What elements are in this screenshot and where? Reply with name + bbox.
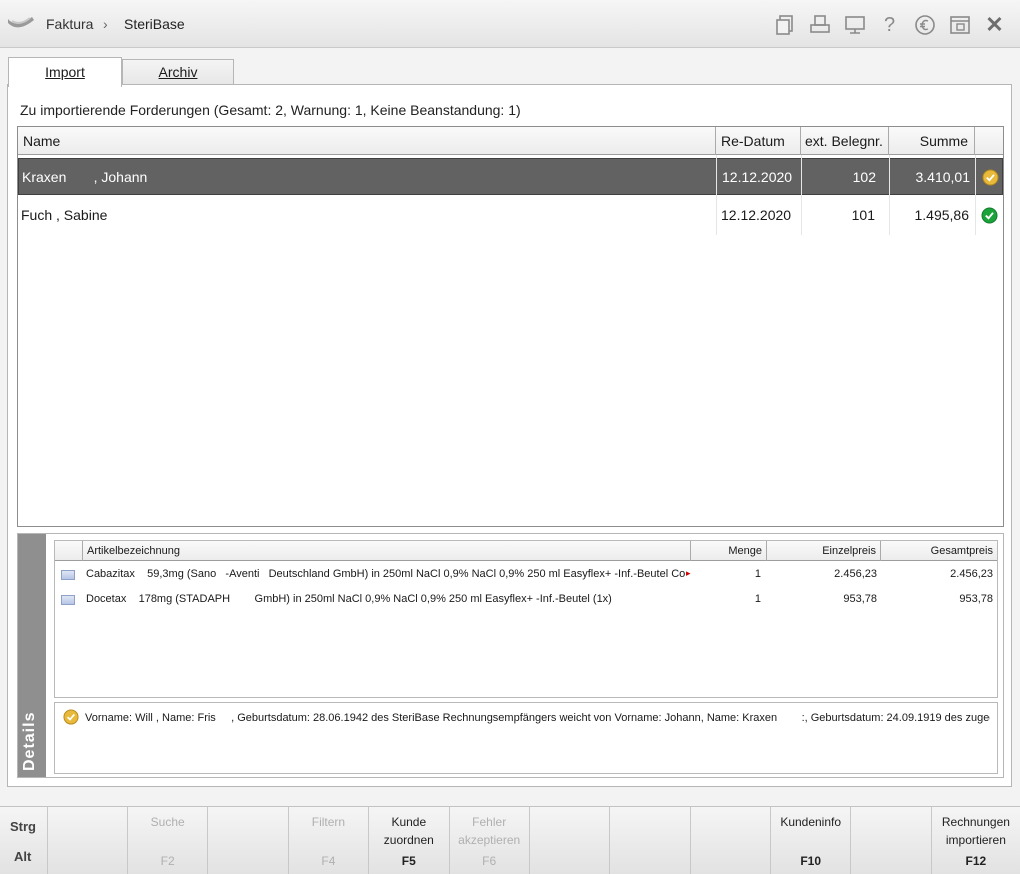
warning-message-box: Vorname: Will , Name: Fris , Geburtsdatu… <box>54 702 998 774</box>
cell-re-datum: 12.12.2020 <box>721 207 792 223</box>
copy-icon[interactable] <box>767 10 802 40</box>
cell-summe: 1.495,86 <box>914 207 970 223</box>
fkey-f8-button <box>610 807 691 874</box>
modifier-alt[interactable]: Alt <box>14 849 31 864</box>
modifier-keys: Strg Alt <box>0 807 48 874</box>
window-icon[interactable] <box>942 10 977 40</box>
articles-table: Artikelbezeichnung Menge Einzelpreis Ges… <box>54 540 998 698</box>
ok-check-icon <box>975 197 1003 234</box>
column-header-status <box>975 127 1003 155</box>
fehler-akzeptieren-key: F6 <box>482 854 497 868</box>
help-icon[interactable]: ? <box>872 10 907 40</box>
details-label: Details <box>21 711 38 771</box>
cell-menge: 1 <box>754 593 761 605</box>
monitor-icon[interactable] <box>837 10 872 40</box>
cell-menge: 1 <box>754 568 761 580</box>
details-panel: Details Artikelbezeichnung Menge Einzelp… <box>17 533 1004 778</box>
rechnungen-importieren-key: F12 <box>965 854 987 868</box>
rechnungen-importieren-label: Rechnungen importieren <box>941 815 1010 847</box>
invoices-table: Name Re-Datum ext. Belegnr. Summe Kraxen… <box>17 126 1004 527</box>
cell-ext-belegnr: 102 <box>852 169 876 185</box>
summary-text: Zu importierende Forderungen (Gesamt: 2,… <box>20 102 521 118</box>
fehler-akzeptieren-label: Fehler akzeptieren <box>458 815 521 847</box>
cell-einzelpreis: 953,78 <box>843 593 877 605</box>
table-header: Name Re-Datum ext. Belegnr. Summe <box>18 127 1003 155</box>
filtern-button[interactable]: Filtern F4 <box>289 807 370 874</box>
kunde-zuordnen-button[interactable]: Kunde zuordnen F5 <box>369 807 450 874</box>
cell-name: Kraxen , Johann <box>22 169 148 185</box>
modifier-strg[interactable]: Strg <box>10 819 36 834</box>
warning-icon <box>976 159 1003 196</box>
cell-name: Fuch , Sabine <box>21 207 108 223</box>
column-header-artikelbezeichnung[interactable]: Artikelbezeichnung <box>83 541 691 561</box>
cell-gesamtpreis: 2.456,23 <box>950 568 993 580</box>
details-sidebar[interactable]: Details <box>18 534 46 777</box>
column-header-gesamtpreis[interactable]: Gesamtpreis <box>881 541 997 561</box>
cell-gesamtpreis: 953,78 <box>959 593 993 605</box>
breadcrumb-separator: › <box>103 16 108 32</box>
euro-icon[interactable] <box>907 10 942 40</box>
title-bar: Faktura › SteriBase ? ✕ <box>0 0 1020 48</box>
print-icon[interactable] <box>802 10 837 40</box>
kundeninfo-label: Kundeninfo <box>780 815 842 829</box>
fehler-akzeptieren-button[interactable]: Fehler akzeptieren F6 <box>450 807 530 874</box>
suche-key: F2 <box>160 854 175 868</box>
cell-re-datum: 12.12.2020 <box>722 169 793 185</box>
cell-ext-belegnr: 101 <box>851 207 875 223</box>
warning-message-text: Vorname: Will , Name: Fris , Geburtsdatu… <box>85 712 990 724</box>
fkey-f11-button <box>851 807 932 874</box>
import-panel: Zu importierende Forderungen (Gesamt: 2,… <box>7 84 1012 787</box>
table-row[interactable]: Fuch , Sabine 12.12.2020 101 1.495,86 <box>18 197 1003 234</box>
cell-artikelbezeichnung: Docetax 178mg (STADAPH GmbH) in 250ml Na… <box>86 593 612 605</box>
tab-archiv[interactable]: Archiv <box>122 59 234 86</box>
kundeninfo-button[interactable]: Kundeninfo F10 <box>771 807 852 874</box>
cell-summe: 3.410,01 <box>915 169 971 185</box>
cell-einzelpreis: 2.456,23 <box>834 568 877 580</box>
breadcrumb-steribase: SteriBase <box>124 16 185 32</box>
suche-button[interactable]: Suche F2 <box>128 807 209 874</box>
package-icon <box>61 587 79 612</box>
column-header-summe[interactable]: Summe <box>889 127 975 155</box>
fkey-f3-button <box>208 807 289 874</box>
fkey-f1-button <box>48 807 128 874</box>
rechnungen-importieren-button[interactable]: Rechnungen importieren F12 <box>932 807 1020 874</box>
column-header-re-datum[interactable]: Re-Datum <box>716 127 801 155</box>
fkey-f7-button <box>530 807 611 874</box>
warning-icon <box>63 709 79 728</box>
tab-import[interactable]: Import <box>8 57 122 87</box>
kunde-zuordnen-key: F5 <box>401 854 416 868</box>
filtern-key: F4 <box>321 854 336 868</box>
article-row[interactable]: Docetax 178mg (STADAPH GmbH) in 250ml Na… <box>55 587 997 612</box>
column-header-ext-belegnr[interactable]: ext. Belegnr. <box>801 127 889 155</box>
column-header-name[interactable]: Name <box>18 127 716 155</box>
table-row[interactable]: Kraxen , Johann 12.12.2020 102 3.410,01 <box>18 158 1003 195</box>
suche-label: Suche <box>150 815 185 829</box>
kundeninfo-key: F10 <box>800 854 822 868</box>
pharmacy-logo-icon[interactable] <box>6 13 36 38</box>
column-header-einzelpreis[interactable]: Einzelpreis <box>767 541 881 561</box>
close-icon[interactable]: ✕ <box>977 10 1012 40</box>
truncation-marker-icon: ▸ <box>686 568 691 578</box>
articles-table-header: Artikelbezeichnung Menge Einzelpreis Ges… <box>55 541 997 561</box>
breadcrumb-faktura[interactable]: Faktura <box>46 16 93 32</box>
cell-artikelbezeichnung: Cabazitax 59,3mg (Sano -Aventi Deutschla… <box>86 568 686 580</box>
package-icon <box>61 562 79 587</box>
function-key-bar: Strg Alt Suche F2 Filtern F4 Kunde zuordne… <box>0 806 1020 874</box>
kunde-zuordnen-label: Kunde zuordnen <box>383 815 434 847</box>
column-header-menge[interactable]: Menge <box>691 541 767 561</box>
fkey-f9-button <box>691 807 771 874</box>
article-row[interactable]: Cabazitax 59,3mg (Sano -Aventi Deutschla… <box>55 562 997 587</box>
filtern-label: Filtern <box>311 815 346 829</box>
column-header-icon <box>55 541 83 561</box>
